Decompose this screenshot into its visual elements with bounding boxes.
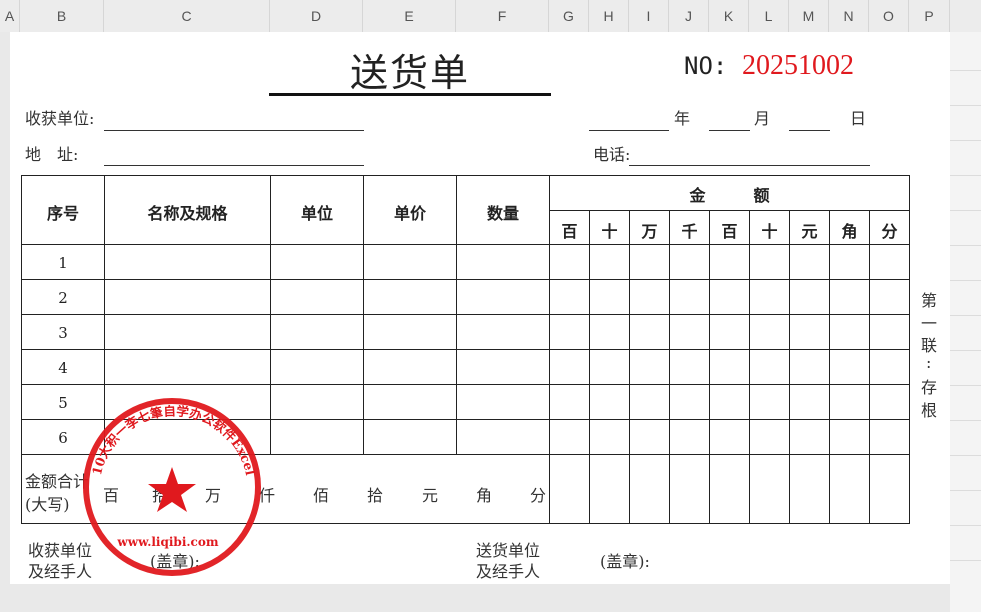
company-seal-stamp: 10大积一李七筆自学办公软件Excel www.liqibi.com xyxy=(83,398,261,576)
stamp-url: www.liqibi.com xyxy=(116,535,218,549)
stamp-ring-text: 10大积一李七筆自学办公软件Excel xyxy=(89,403,258,477)
star-icon xyxy=(148,467,196,512)
svg-text:10大积一李七筆自学办公软件Excel: 10大积一李七筆自学办公软件Excel xyxy=(89,403,258,477)
